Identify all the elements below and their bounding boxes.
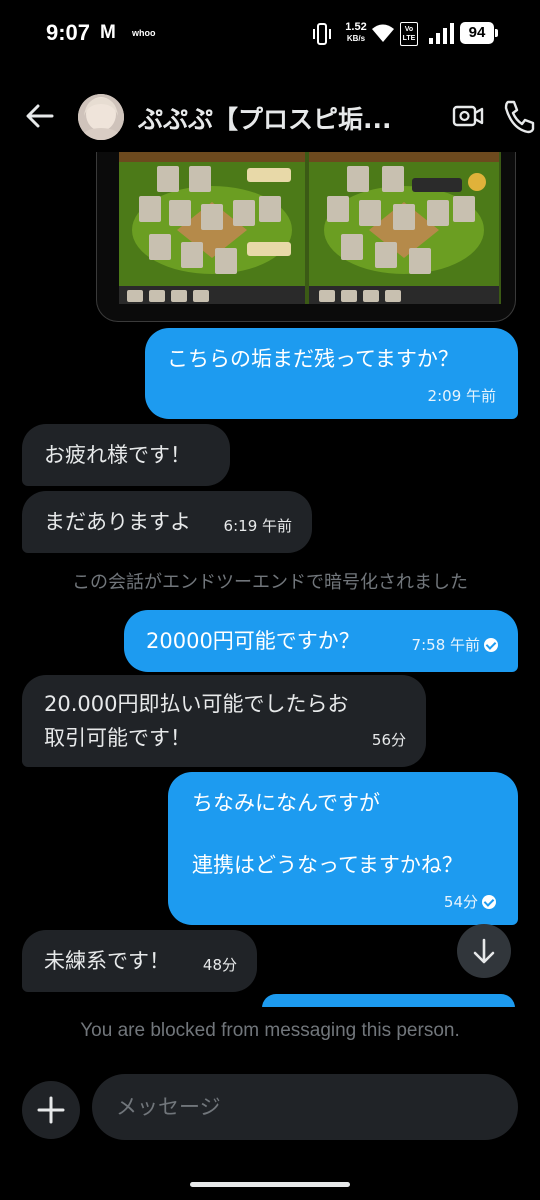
wifi-icon (372, 24, 394, 42)
message-timestamp: 6:19 午前 (224, 517, 292, 535)
battery-indicator: 94 (460, 22, 498, 44)
network-speed-value: 1.52 (345, 21, 367, 33)
avatar-image (78, 94, 124, 140)
message-text: お疲れ様です！ (44, 443, 191, 467)
scroll-to-bottom-button[interactable] (457, 924, 511, 978)
avatar[interactable] (78, 94, 124, 140)
message-time: 48分 (202, 956, 237, 974)
add-attachment-button[interactable] (22, 1081, 80, 1139)
volte-top: Vo (404, 26, 414, 33)
shared-game-screenshot[interactable] (96, 152, 516, 322)
video-call-icon[interactable] (452, 100, 484, 132)
network-speed-unit: KB/s (346, 34, 366, 43)
network-speed: 1.52 KB/s (341, 22, 371, 44)
home-indicator[interactable] (190, 1182, 350, 1187)
message-time: 7:58 午前 (411, 636, 480, 654)
message-bubble-outgoing[interactable]: 20000円可能ですか？ 7:58 午前 (124, 610, 518, 672)
volte-badge: Vo LTE (400, 22, 418, 46)
message-bubble-incoming[interactable]: 未練系です！ 48分 (22, 930, 257, 992)
blocked-notice: You are blocked from messaging this pers… (80, 1020, 460, 1041)
message-bubble-incoming[interactable]: 20.000円即払い可能でしたらお 取引可能です！ 56分 (22, 675, 426, 767)
message-bubble-outgoing-partial (262, 994, 515, 1008)
message-input[interactable] (92, 1074, 518, 1140)
encryption-notice: この会話がエンドツーエンドで暗号化されました (72, 572, 468, 593)
message-bubble-outgoing[interactable]: こちらの垢まだ残ってますか？ 2:09 午前 (145, 328, 518, 419)
arrow-down-icon (473, 938, 495, 964)
gmail-icon: M (100, 22, 116, 43)
message-time: 6:19 午前 (223, 517, 292, 535)
game-screenshot-image (119, 152, 501, 304)
message-text: まだありますよ (44, 510, 191, 534)
read-check-icon (484, 638, 498, 652)
message-time: 56分 (371, 731, 406, 749)
message-text: こちらの垢まだ残ってますか？ (167, 347, 459, 371)
message-bubble-incoming[interactable]: まだありますよ 6:19 午前 (22, 491, 312, 553)
message-text-line1: 20.000円即払い可能でしたらお (44, 692, 349, 716)
message-timestamp: 48分 (203, 956, 237, 974)
phone-call-icon[interactable] (502, 98, 536, 134)
contact-name[interactable]: ぷぷぷ【プロスピ垢... (138, 100, 408, 136)
vibrate-icon (313, 23, 331, 45)
message-text-line1: ちなみになんですが (192, 791, 380, 815)
message-timestamp: 2:09 午前 (428, 387, 496, 405)
status-time: 9:07 (46, 20, 91, 45)
message-text-line2: 取引可能です！ (44, 726, 191, 750)
message-timestamp: 56分 (372, 731, 406, 749)
conversation-header: ぷぷぷ【プロスピ垢... (0, 80, 540, 152)
read-check-icon (482, 895, 496, 909)
message-text-line2: 連携はどうなってますかね？ (192, 853, 463, 877)
signal-icon (429, 23, 454, 44)
volte-bottom: LTE (402, 35, 416, 42)
status-bar: 9:07 M whoo 1.52 KB/s Vo LTE 94 (0, 0, 540, 68)
message-bubble-outgoing[interactable]: ちなみになんですが 連携はどうなってますかね？ 54分 (168, 772, 518, 925)
back-arrow-icon[interactable] (22, 98, 58, 134)
message-bubble-incoming[interactable]: お疲れ様です！ (22, 424, 230, 486)
whoo-app-label: whoo (132, 28, 156, 38)
message-timestamp: 7:58 午前 (412, 636, 498, 654)
message-timestamp: 54分 (444, 893, 496, 911)
message-time: 2:09 午前 (427, 387, 496, 405)
message-text: 未練系です！ (44, 949, 170, 973)
plus-icon (37, 1096, 65, 1124)
message-text: 20000円可能ですか？ (146, 629, 360, 653)
message-time: 54分 (443, 893, 478, 911)
